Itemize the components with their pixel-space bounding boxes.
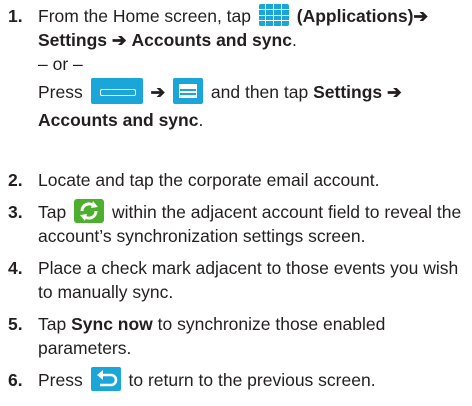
step-body: From the Home screen, tap (Applications)… (38, 4, 466, 132)
step-number: 1. (8, 6, 23, 26)
period: . (291, 30, 297, 50)
press-text: Press (38, 82, 83, 102)
and-then-tap-text: and then tap (210, 82, 309, 102)
settings-label: Settings (38, 30, 108, 50)
tap-text: Tap (38, 202, 67, 222)
arrow-icon: ➔ (413, 6, 429, 26)
step-text: to manually sync. (38, 282, 174, 302)
menu-key-icon (173, 78, 204, 105)
step-text: account’s synchronization settings scree… (38, 226, 366, 246)
applications-label: (Applications) (296, 6, 414, 26)
step-line: Press to return to the previous screen. (38, 367, 466, 392)
sync-icon (74, 199, 105, 224)
home-key-icon (90, 78, 143, 105)
step-body: Place a check mark adjacent to those eve… (38, 256, 466, 304)
arrow-icon: ➔ (111, 30, 127, 50)
apps-grid-icon (258, 4, 289, 27)
sync-icon-graphic (74, 199, 105, 224)
step-text: From the Home screen, tap (38, 6, 251, 26)
sync-now-label: Sync now (71, 314, 153, 334)
step-body: Locate and tap the corporate email accou… (38, 168, 466, 192)
step-number: 6. (8, 370, 23, 390)
step-text: Place a check mark adjacent to those eve… (38, 258, 459, 278)
step-line: Settings ➔ Accounts and sync. (38, 28, 466, 52)
arrow-icon: ➔ (387, 82, 402, 102)
step-body: Tap Sync now to synchronize those enable… (38, 312, 466, 360)
back-key-icon (90, 367, 121, 392)
step-text: to synchronize those enabled (157, 314, 386, 334)
step-line: Tap within the adjacent account field to… (38, 199, 466, 224)
step-line: Tap Sync now to synchronize those enable… (38, 312, 466, 336)
instruction-document: 1. From the Home screen, tap (Applicatio… (0, 0, 472, 406)
step-text: within the adjacent account field to rev… (111, 202, 462, 222)
step-text: parameters. (38, 338, 132, 358)
step-number: 2. (8, 170, 23, 190)
accounts-sync-label: Accounts and sync (38, 110, 199, 130)
or-text: – or – (38, 54, 83, 74)
tap-text: Tap (38, 314, 67, 334)
step-text: to return to the previous screen. (128, 370, 376, 390)
arrow-icon: ➔ (150, 82, 166, 102)
step-body: Tap within the adjacent account field to… (38, 199, 466, 248)
back-arrow-graphic (90, 367, 121, 392)
step-line: Press ➔ and then tap Settings ➔ (38, 76, 466, 108)
press-text: Press (38, 370, 83, 390)
step-number: 3. (8, 202, 23, 222)
or-separator: – or – (38, 52, 466, 76)
step-number: 4. (8, 258, 23, 278)
period: . (198, 110, 204, 130)
step-line: From the Home screen, tap (Applications)… (38, 4, 466, 28)
step-body: Press to return to the previous screen. (38, 367, 466, 392)
step-text: Locate and tap the corporate email accou… (38, 170, 380, 190)
step-number: 5. (8, 314, 23, 334)
step-line: Accounts and sync. (38, 108, 466, 132)
settings-label: Settings (313, 82, 383, 102)
accounts-sync-label: Accounts and sync (131, 30, 292, 50)
